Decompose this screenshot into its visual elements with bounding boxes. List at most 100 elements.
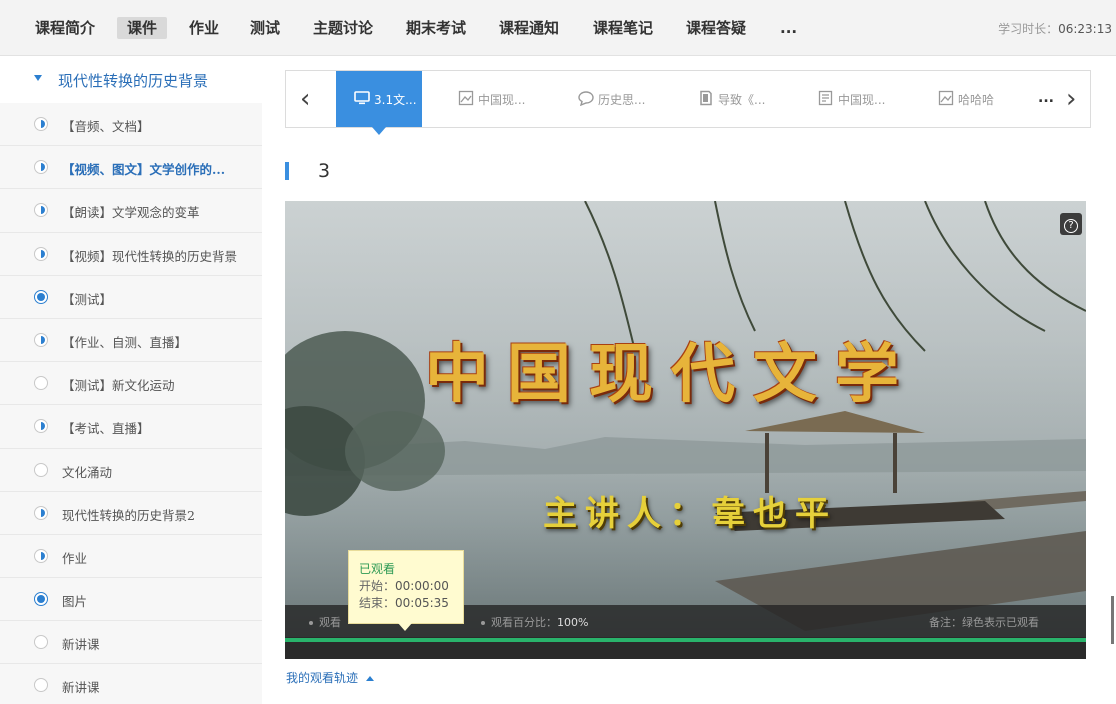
lesson-item-label: 新讲课 — [62, 680, 100, 696]
chat-bubble-icon — [578, 90, 594, 107]
video-title-text: 中国现代文学 — [425, 337, 917, 412]
edit-doc-icon — [818, 90, 834, 106]
progress-status-icon — [34, 462, 48, 477]
content-tab-label: 中国现... — [478, 93, 526, 107]
tab-topic-discussion[interactable]: 主题讨论 — [313, 17, 373, 39]
tab-course-notes[interactable]: 课程笔记 — [593, 17, 653, 39]
tab-test[interactable]: 测试 — [250, 17, 280, 39]
content-tab-label: 历史思... — [598, 93, 646, 107]
video-progress-fill — [285, 638, 1086, 642]
image-doc-icon — [938, 90, 954, 106]
section-title: 3 — [318, 160, 331, 182]
chevron-left-icon[interactable]: ‹ — [300, 86, 310, 112]
progress-status-icon — [34, 376, 48, 391]
chapter-header[interactable]: 现代性转换的历史背景 — [0, 57, 262, 103]
lesson-item[interactable]: 现代性转换的历史背景2 — [0, 492, 262, 535]
lesson-item-label: 【测试】 — [62, 291, 113, 307]
study-time: 学习时长：06:23:13 — [998, 20, 1112, 37]
content-tab[interactable]: 导致《... — [696, 71, 782, 127]
content-tab-bar: ‹ 3.1文... 中国现... 历史思... 导致《... 中国现... 哈哈哈 ...… — [285, 70, 1091, 135]
lesson-item-label: 【朗读】文学观念的变革 — [62, 205, 200, 221]
lesson-item-label: 【作业、自测、直播】 — [62, 334, 188, 350]
section-marker — [285, 162, 289, 180]
tooltip-end: 结束：00:05:35 — [359, 596, 449, 610]
image-doc-icon — [458, 90, 474, 106]
watch-percent: 观看百分比：100% — [481, 614, 588, 630]
content-tab-label: 导致《... — [718, 93, 766, 107]
lesson-item-label: 作业 — [62, 550, 88, 566]
content-tab[interactable]: 中国现... — [456, 71, 542, 127]
lesson-item[interactable]: 【考试、直播】 — [0, 405, 262, 449]
content-tab-label: 3.1文... — [374, 93, 417, 107]
lesson-item[interactable]: 新讲课 — [0, 664, 262, 704]
tab-courseware[interactable]: 课件 — [117, 17, 168, 39]
watch-track-link[interactable]: 我的观看轨迹 — [286, 669, 375, 686]
tooltip-start: 开始：00:00:00 — [359, 579, 449, 593]
chevron-right-icon[interactable]: › — [1066, 86, 1076, 112]
progress-status-icon — [34, 289, 48, 304]
tooltip-heading: 已观看 — [359, 562, 396, 576]
progress-status-icon — [34, 117, 48, 131]
watched-segment-label: 观看 — [309, 614, 341, 630]
page-scrollbar[interactable] — [1111, 596, 1114, 644]
lesson-item-label: 图片 — [62, 594, 88, 610]
tab-more[interactable]: ... — [780, 17, 797, 39]
tab-homework[interactable]: 作业 — [189, 17, 219, 39]
caret-down-icon — [34, 75, 42, 81]
lesson-item-label: 新讲课 — [62, 637, 100, 653]
lesson-item[interactable]: 文化涌动 — [0, 449, 262, 492]
progress-status-icon — [34, 332, 48, 347]
progress-status-icon — [34, 678, 48, 693]
watch-tooltip: 已观看 开始：00:00:00 结束：00:05:35 — [348, 550, 464, 631]
watch-note: 备注：绿色表示已观看 — [929, 616, 1039, 629]
video-progress-track[interactable] — [285, 637, 1086, 659]
monitor-icon — [354, 90, 370, 106]
progress-status-icon — [34, 160, 48, 175]
progress-status-icon — [34, 419, 48, 434]
lesson-item-label: 【测试】新文化运动 — [62, 378, 175, 394]
more-tabs-button[interactable]: ... — [1038, 90, 1054, 106]
document-icon — [698, 90, 714, 106]
content-tab-label: 中国现... — [838, 93, 886, 107]
content-tab[interactable]: 哈哈哈 — [936, 71, 1022, 127]
study-time-value: 06:23:13 — [1058, 22, 1112, 36]
lesson-item[interactable]: 【测试】 — [0, 276, 262, 319]
chapter-sidebar: 现代性转换的历史背景 【音频、文档】【视频、图文】文学创作的... 【朗读】文学观… — [0, 57, 262, 704]
lesson-item-label: 【音频、文档】 — [62, 119, 150, 134]
lesson-list: 【音频、文档】【视频、图文】文学创作的... 【朗读】文学观念的变革【视频】现代性… — [0, 103, 262, 704]
progress-status-icon — [34, 635, 48, 650]
progress-status-icon — [34, 246, 48, 261]
lesson-item[interactable]: 新讲课 — [0, 621, 262, 665]
lesson-item[interactable]: 【视频】现代性转换的历史背景 — [0, 233, 262, 276]
tab-course-qa[interactable]: 课程答疑 — [686, 17, 746, 39]
tab-course-notice[interactable]: 课程通知 — [499, 17, 559, 39]
content-tab[interactable]: 3.1文... — [336, 71, 422, 135]
lesson-item[interactable]: 图片 — [0, 578, 262, 622]
content-tab[interactable]: 历史思... — [576, 71, 662, 127]
lesson-item-label: 【视频、图文】文学创作的... — [62, 162, 226, 178]
lesson-item[interactable]: 【测试】新文化运动 — [0, 362, 262, 406]
lesson-item[interactable]: 【作业、自测、直播】 — [0, 319, 262, 363]
help-icon[interactable]: ? — [1060, 213, 1082, 235]
tab-course-intro[interactable]: 课程简介 — [35, 17, 95, 39]
caret-up-icon — [366, 676, 375, 681]
lesson-item-label: 【考试、直播】 — [62, 421, 150, 437]
progress-status-icon — [34, 505, 48, 520]
progress-status-icon — [34, 592, 48, 607]
content-tab[interactable]: 中国现... — [816, 71, 902, 127]
tab-final-exam[interactable]: 期末考试 — [406, 17, 466, 39]
top-nav: 课程简介 课件 作业 测试 主题讨论 期末考试 课程通知 课程笔记 课程答疑 .… — [0, 0, 1116, 56]
lesson-item[interactable]: 【朗读】文学观念的变革 — [0, 189, 262, 233]
video-lecturer-text: 主讲人：韋也平 — [543, 494, 837, 534]
lesson-item[interactable]: 【音频、文档】 — [0, 103, 262, 147]
lesson-item-label: 现代性转换的历史背景2 — [62, 507, 195, 523]
content-tab-label: 哈哈哈 — [958, 93, 995, 107]
progress-status-icon — [34, 203, 48, 218]
lesson-item[interactable]: 作业 — [0, 535, 262, 579]
watch-percent-value: 100% — [557, 616, 589, 629]
lesson-item[interactable]: 【视频、图文】文学创作的... — [0, 146, 262, 190]
lesson-item-label: 文化涌动 — [62, 464, 113, 480]
lesson-item-label: 【视频】现代性转换的历史背景 — [62, 248, 238, 264]
progress-status-icon — [34, 548, 48, 563]
study-time-label: 学习时长： — [998, 22, 1059, 36]
